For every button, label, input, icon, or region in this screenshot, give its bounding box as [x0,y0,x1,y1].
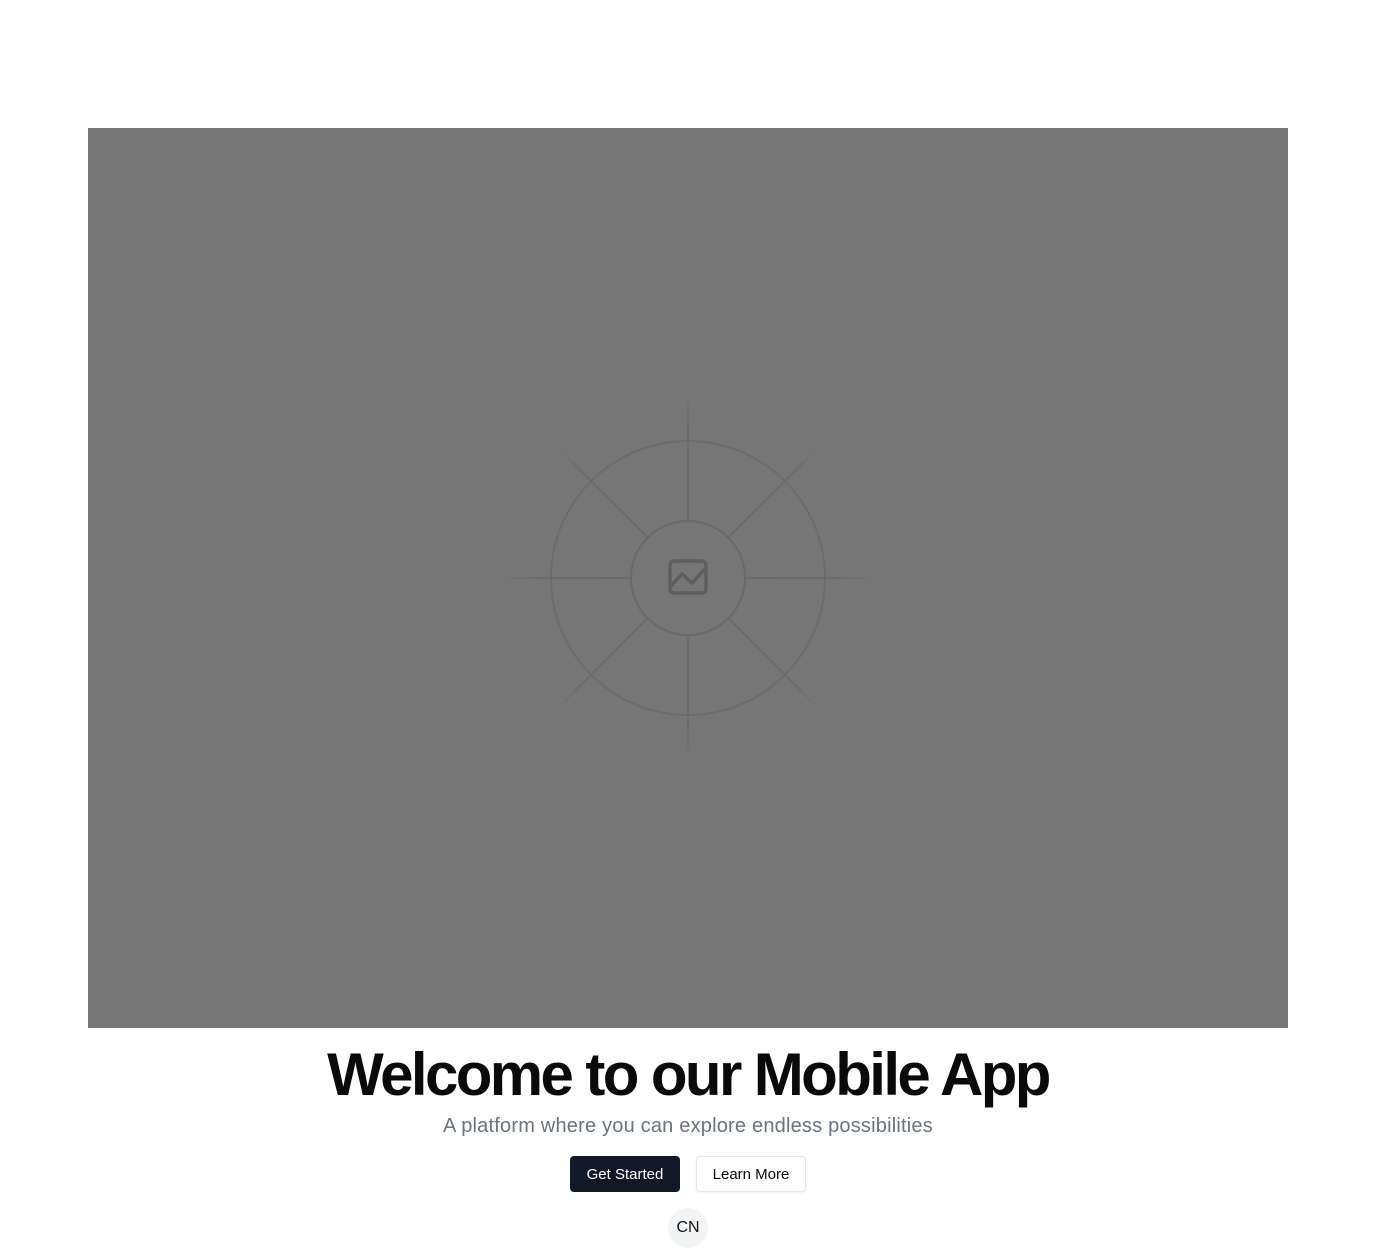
image-placeholder-icon [498,388,878,768]
get-started-button[interactable]: Get Started [570,1156,680,1192]
landing-page: Welcome to our Mobile App A platform whe… [0,0,1376,1248]
page-subtitle: A platform where you can explore endless… [443,1115,933,1137]
avatar[interactable]: CN [668,1208,708,1248]
page-title: Welcome to our Mobile App [327,1041,1051,1108]
learn-more-button[interactable]: Learn More [696,1156,806,1192]
hero-image-placeholder [88,128,1288,1028]
